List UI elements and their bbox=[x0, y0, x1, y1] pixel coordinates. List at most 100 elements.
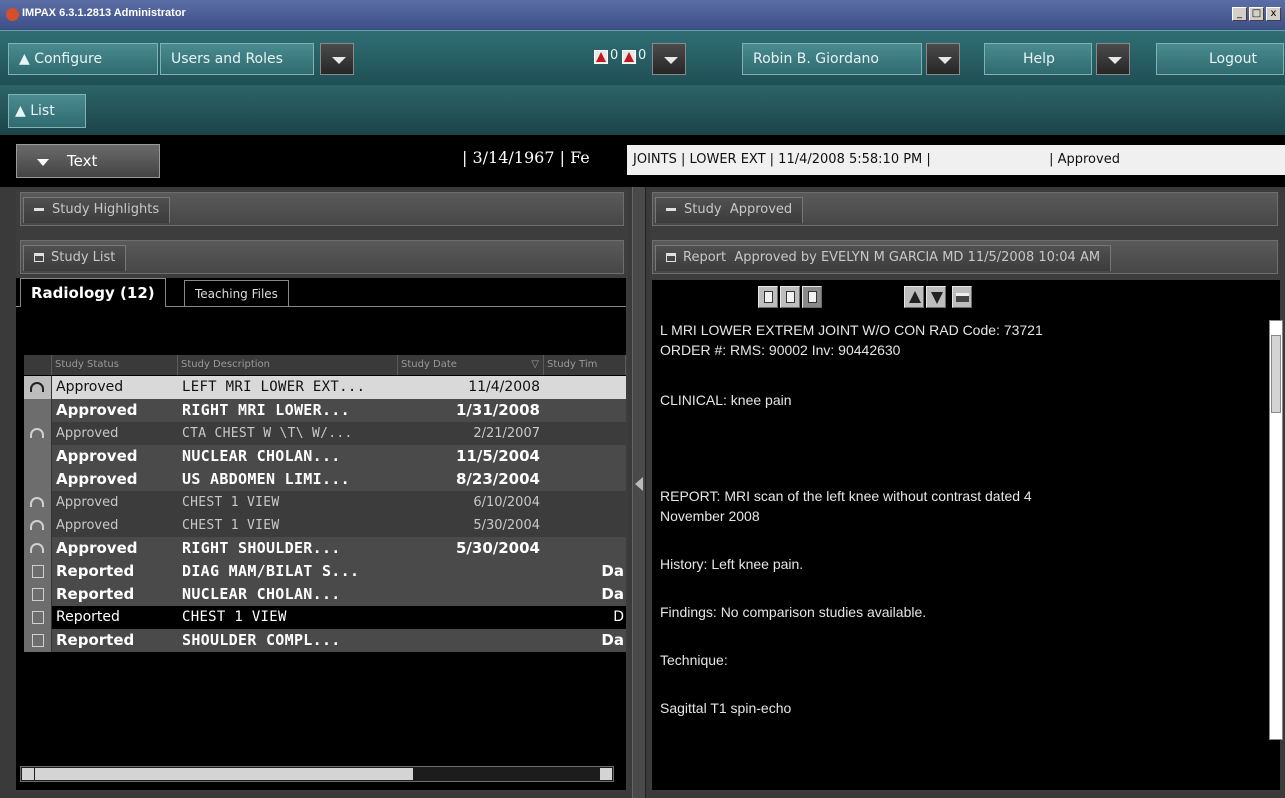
window-title: IMPAX 6.3.1.2813 Administrator bbox=[22, 7, 186, 19]
study-list-toggle[interactable]: Study List bbox=[23, 245, 127, 271]
row-description: US ABDOMEN LIMI... bbox=[182, 470, 350, 488]
collapse-icon bbox=[666, 208, 676, 211]
status-icon bbox=[24, 399, 52, 422]
study-highlights-toggle[interactable]: Study Highlights bbox=[23, 197, 171, 223]
headset-icon bbox=[30, 520, 44, 530]
report-icon bbox=[24, 629, 52, 652]
document-icon bbox=[808, 291, 817, 303]
close-button[interactable]: x bbox=[1266, 7, 1281, 21]
warning-icon[interactable] bbox=[622, 50, 636, 64]
print-button[interactable] bbox=[952, 286, 972, 308]
configure-button[interactable]: ▲ Configure bbox=[8, 43, 158, 75]
col-study-date[interactable]: Study Date ▽ bbox=[398, 355, 544, 375]
study-list: Radiology (12) Teaching Files Study Stat… bbox=[16, 278, 626, 790]
list-button[interactable]: ▲ List bbox=[8, 94, 86, 128]
table-row[interactable]: Reported SHOULDER COMPL... Da bbox=[24, 629, 626, 652]
col-study-status[interactable]: Study Status bbox=[52, 355, 178, 375]
report-view-button[interactable] bbox=[802, 286, 822, 308]
table-row[interactable]: Reported NUCLEAR CHOLAN... Da bbox=[24, 583, 626, 606]
table-row[interactable]: Reported CHEST 1 VIEW D bbox=[24, 606, 626, 629]
report-view-button[interactable] bbox=[780, 286, 800, 308]
user-dropdown[interactable] bbox=[926, 43, 960, 75]
users-roles-button[interactable]: Users and Roles bbox=[160, 43, 314, 75]
patient-dob-sex: | 3/14/1967 | Fe bbox=[462, 148, 590, 167]
report-icon bbox=[24, 606, 52, 629]
row-description: RIGHT MRI LOWER... bbox=[182, 401, 350, 419]
tab-teaching-files[interactable]: Teaching Files bbox=[184, 280, 289, 306]
table-row[interactable]: Approved CHEST 1 VIEW 6/10/2004 bbox=[24, 491, 626, 514]
chevron-down-icon bbox=[664, 57, 678, 64]
collapse-left-icon[interactable] bbox=[635, 477, 643, 491]
document-icon bbox=[32, 588, 44, 601]
users-roles-dropdown[interactable] bbox=[320, 43, 354, 75]
vertical-scrollbar[interactable] bbox=[1269, 320, 1283, 740]
table-row[interactable]: Approved NUCLEAR CHOLAN... 11/5/2004 bbox=[24, 445, 626, 468]
patient-banner: Text | 3/14/1967 | Fe JOINTS | LOWER EXT… bbox=[0, 135, 1285, 187]
reading-icon bbox=[24, 537, 52, 560]
report-toolbar bbox=[758, 286, 998, 308]
warning-icon[interactable] bbox=[594, 50, 608, 64]
col-icon-header bbox=[24, 355, 52, 375]
title-bar: IMPAX 6.3.1.2813 Administrator _ □ x bbox=[0, 0, 1285, 30]
scroll-right-button[interactable] bbox=[600, 768, 612, 780]
row-time: Da bbox=[601, 631, 624, 649]
scrollbar-thumb[interactable] bbox=[1271, 335, 1281, 413]
report-view-button[interactable] bbox=[758, 286, 778, 308]
scrollbar-thumb[interactable] bbox=[35, 768, 413, 780]
study-toggle[interactable]: Study Approved bbox=[655, 197, 804, 223]
alerts-dropdown[interactable] bbox=[652, 43, 686, 75]
row-time bbox=[544, 445, 626, 468]
study-header: Study Approved bbox=[652, 192, 1278, 226]
help-dropdown[interactable] bbox=[1096, 43, 1130, 75]
row-date bbox=[402, 629, 544, 652]
alert-count-1: 0 bbox=[610, 48, 619, 63]
report-line: ORDER #: RMS: 90002 Inv: 90442630 bbox=[660, 342, 901, 358]
table-row[interactable]: Approved US ABDOMEN LIMI... 8/23/2004 bbox=[24, 468, 626, 491]
next-report-button[interactable] bbox=[926, 286, 946, 308]
row-description: NUCLEAR CHOLAN... bbox=[182, 447, 341, 465]
row-description: CHEST 1 VIEW bbox=[182, 518, 280, 533]
horizontal-scrollbar[interactable] bbox=[20, 766, 614, 782]
text-view-button[interactable]: Text bbox=[16, 144, 160, 178]
arrow-up-icon bbox=[909, 291, 921, 303]
maximize-button[interactable]: □ bbox=[1249, 7, 1264, 21]
window-icon bbox=[666, 253, 676, 262]
headset-icon bbox=[30, 543, 44, 553]
alert-count-2: 0 bbox=[638, 48, 647, 63]
logout-button[interactable]: Logout bbox=[1156, 43, 1284, 75]
col-study-description[interactable]: Study Description bbox=[178, 355, 398, 375]
row-description: LEFT MRI LOWER EXT... bbox=[182, 379, 366, 395]
table-row[interactable]: Approved RIGHT SHOULDER... 5/30/2004 bbox=[24, 537, 626, 560]
help-button[interactable]: Help bbox=[984, 43, 1092, 75]
headset-icon bbox=[30, 497, 44, 507]
row-status: Reported bbox=[56, 585, 135, 603]
row-status: Approved bbox=[56, 518, 119, 533]
tab-radiology[interactable]: Radiology (12) bbox=[20, 278, 166, 307]
prev-report-button[interactable] bbox=[904, 286, 924, 308]
text-view-label: Text bbox=[67, 152, 98, 170]
table-row[interactable]: Approved CHEST 1 VIEW 5/30/2004 bbox=[24, 514, 626, 537]
study-label: Study bbox=[684, 202, 722, 217]
study-grid-header: Study Status Study Description Study Dat… bbox=[24, 355, 626, 375]
table-row[interactable]: Approved LEFT MRI LOWER EXT... 11/4/2008 bbox=[24, 376, 626, 399]
report-toggle[interactable]: Report Approved by EVELYN M GARCIA MD 11… bbox=[655, 245, 1112, 271]
table-row[interactable]: Approved CTA CHEST W \T\ W/... 2/21/2007 bbox=[24, 422, 626, 445]
report-icon bbox=[24, 560, 52, 583]
document-icon bbox=[764, 291, 773, 303]
row-status: Approved bbox=[56, 539, 138, 557]
col-study-time[interactable]: Study Tim bbox=[544, 355, 626, 375]
printer-icon bbox=[956, 293, 969, 302]
row-status: Reported bbox=[56, 562, 135, 580]
report-line: Technique: bbox=[660, 652, 728, 668]
table-row[interactable]: Approved RIGHT MRI LOWER... 1/31/2008 bbox=[24, 399, 626, 422]
minimize-button[interactable]: _ bbox=[1232, 7, 1247, 21]
table-row[interactable]: Reported DIAG MAM/BILAT S... Da bbox=[24, 560, 626, 583]
row-date bbox=[402, 606, 544, 629]
document-icon bbox=[32, 565, 44, 578]
user-menu-button[interactable]: Robin B. Giordano bbox=[742, 43, 922, 75]
row-time bbox=[544, 376, 626, 399]
row-time bbox=[544, 468, 626, 491]
pane-splitter[interactable] bbox=[632, 187, 646, 798]
row-date: 2/21/2007 bbox=[473, 426, 540, 441]
scroll-left-button[interactable] bbox=[22, 768, 34, 780]
